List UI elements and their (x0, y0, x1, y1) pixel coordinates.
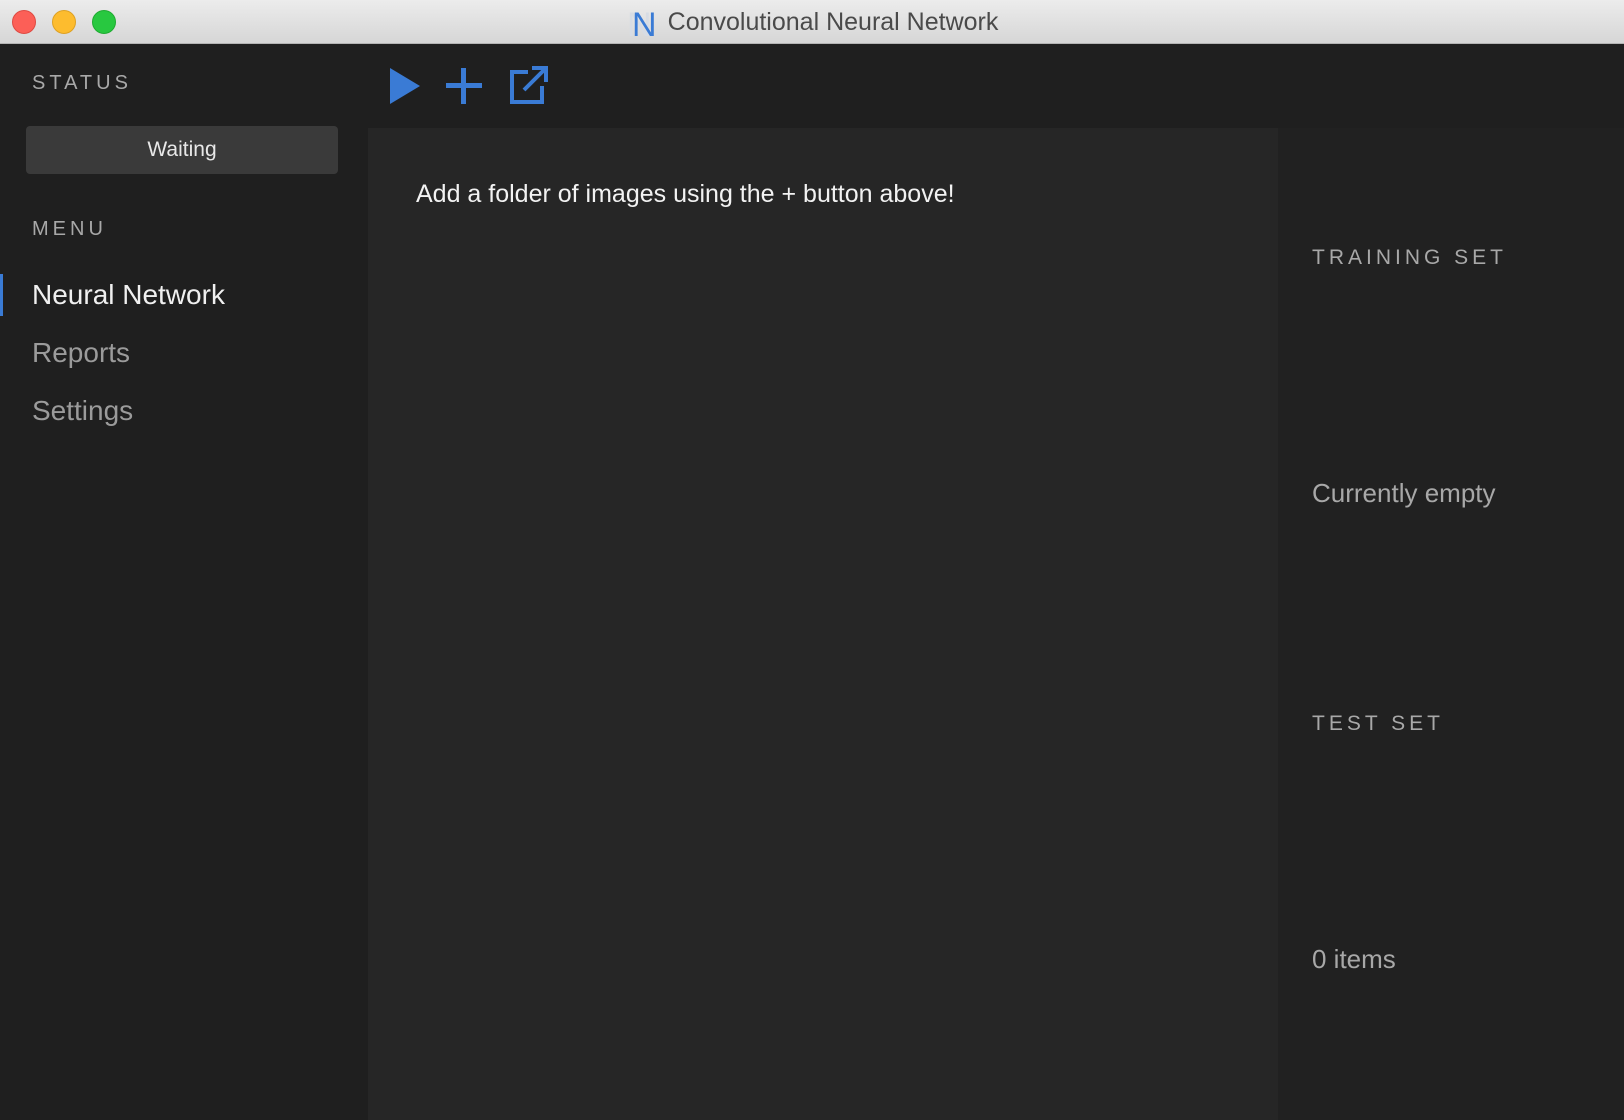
main-content: Add a folder of images using the + butto… (368, 128, 1278, 1120)
status-value: Waiting (147, 138, 217, 161)
sidebar-item-settings[interactable]: Settings (0, 388, 368, 434)
window-title: Convolutional Neural Network (667, 7, 999, 36)
run-button[interactable] (378, 64, 422, 108)
sidebar-item-label: Settings (32, 395, 134, 426)
test-set-value: 0 items (1312, 944, 1396, 974)
sidebar: STATUS Waiting MENU Neural Network Repor… (0, 44, 368, 1120)
toolbar (368, 44, 1624, 128)
sidebar-item-neural-network[interactable]: Neural Network (0, 272, 368, 318)
add-folder-button[interactable] (442, 64, 486, 108)
sidebar-item-reports[interactable]: Reports (0, 330, 368, 376)
training-set-value: Currently empty (1312, 478, 1496, 508)
external-link-icon (510, 66, 548, 104)
status-section-label: STATUS (32, 72, 132, 94)
test-set-label: TEST SET (1312, 712, 1444, 735)
sidebar-item-label: Neural Network (32, 279, 225, 310)
status-badge: Waiting (26, 126, 338, 174)
play-icon (390, 68, 420, 104)
training-set-label: TRAINING SET (1312, 246, 1508, 269)
empty-state-hint: Add a folder of images using the + butto… (416, 180, 955, 208)
sidebar-item-label: Reports (32, 337, 131, 368)
menu-section-label: MENU (32, 218, 107, 240)
app-logo-icon: N N (627, 6, 657, 39)
title-bar[interactable]: N N Convolutional Neural Network (0, 0, 1624, 44)
export-button[interactable] (506, 64, 550, 108)
app-window: N N Convolutional Neural Network STATUS … (0, 0, 1624, 1120)
plus-icon (446, 68, 482, 104)
logo-letter: N (632, 6, 657, 39)
dataset-panel: TRAINING SET Currently empty TEST SET 0 … (1278, 128, 1624, 1120)
title-group: N N Convolutional Neural Network (0, 0, 1624, 44)
